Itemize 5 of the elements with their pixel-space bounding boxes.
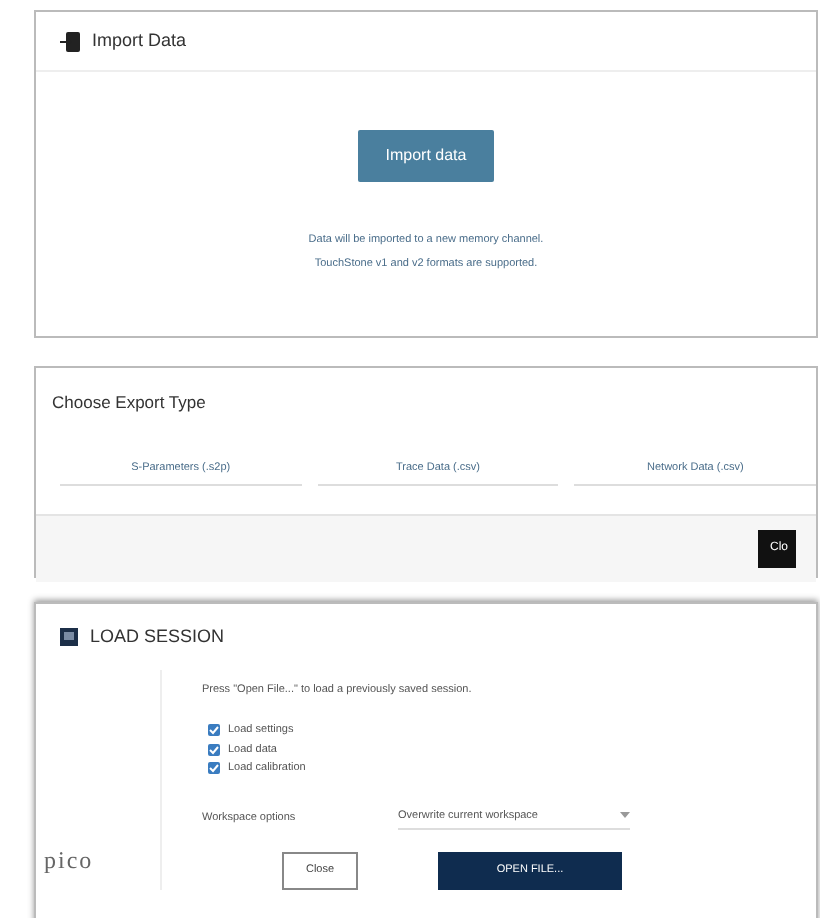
import-data-button[interactable]: Import data xyxy=(357,130,495,182)
panel-title: Import Data xyxy=(92,27,187,54)
panel-title: LOAD SESSION xyxy=(90,623,225,650)
panel-title: Choose Export Type xyxy=(50,390,208,416)
logo-text: pico xyxy=(44,843,96,877)
